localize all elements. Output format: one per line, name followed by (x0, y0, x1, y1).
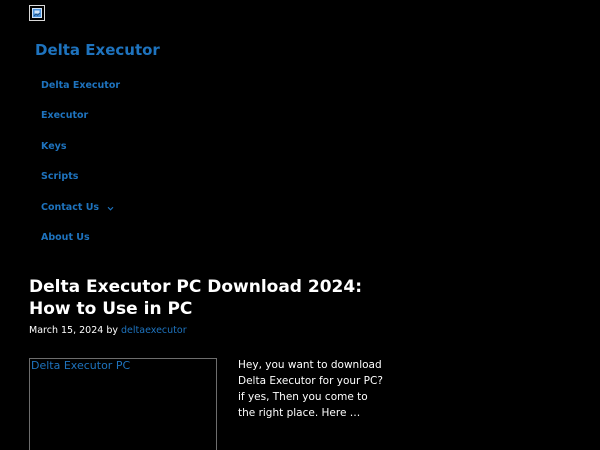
chevron-down-icon[interactable] (107, 204, 114, 211)
nav-item-about-us[interactable]: About Us (41, 223, 120, 254)
post-thumbnail[interactable]: Delta Executor PC (29, 358, 217, 450)
nav-item-label: About Us (41, 232, 90, 244)
post-author-link[interactable]: deltaexecutor (121, 325, 187, 336)
nav-item-scripts[interactable]: Scripts (41, 162, 120, 193)
nav-item-label: Scripts (41, 171, 79, 183)
post-title[interactable]: Delta Executor PC Download 2024: How to … (29, 276, 389, 320)
post-excerpt: Hey, you want to download Delta Executor… (238, 359, 383, 419)
nav-item-label: Contact Us (41, 201, 100, 213)
nav-item-keys[interactable]: Keys (41, 131, 120, 162)
post-meta: March 15, 2024 by deltaexecutor (29, 324, 187, 338)
nav-item-contact-us[interactable]: Contact Us (41, 192, 120, 223)
nav-item-executor[interactable]: Executor (41, 101, 120, 132)
post-date: March 15, 2024 (29, 325, 104, 336)
page: { "header": { "logo_icon": "broken-image… (0, 0, 600, 450)
main-navigation: Delta Executor Executor Keys Scripts Con… (41, 70, 120, 253)
nav-item-label: Keys (41, 140, 67, 152)
nav-item-label: Executor (41, 110, 89, 122)
thumbnail-alt-text: Delta Executor PC (31, 359, 131, 372)
post-byline: by (106, 325, 118, 336)
nav-item-delta-executor[interactable]: Delta Executor (41, 70, 120, 101)
broken-image-icon (32, 8, 42, 18)
site-title[interactable]: Delta Executor (35, 40, 160, 60)
nav-item-label: Delta Executor (41, 79, 121, 91)
site-logo[interactable] (29, 5, 45, 21)
